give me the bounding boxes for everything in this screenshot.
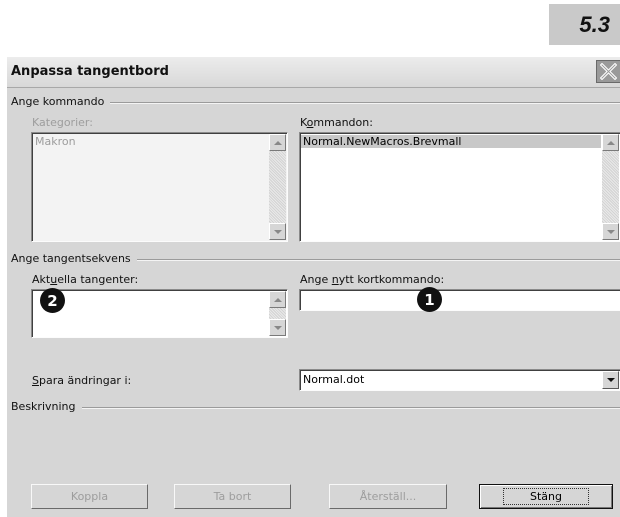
close-button[interactable] [596,60,620,83]
save-in-label: Spara ändringar i: [32,374,132,387]
new-shortcut-input[interactable] [299,289,620,311]
commands-listbox[interactable]: Normal.NewMacros.Brevmall [299,132,620,242]
remove-button[interactable]: Ta bort [174,484,291,509]
scroll-down-button [269,223,286,240]
arrow-up-icon [273,140,282,145]
commands-label: Kommandon: [300,116,373,129]
categories-label: Kategorier: [32,116,93,129]
save-in-dropdown[interactable]: Normal.dot [299,369,620,391]
assign-button[interactable]: Koppla [31,484,148,509]
description-group-line [11,407,620,409]
arrow-up-icon [606,140,615,145]
arrow-up-icon [273,297,282,302]
arrow-down-icon [273,325,282,330]
new-shortcut-label: Ange nytt kortkommando: [300,273,445,286]
reset-button[interactable]: Återställ... [329,484,447,509]
key-sequence-group-label: Ange tangentsekvens [11,252,137,265]
commands-scrollbar[interactable] [602,134,619,240]
section-number-badge: 5.3 [549,4,620,45]
description-group-label: Beskrivning [11,400,82,413]
callout-badge-2: 2 [40,288,65,313]
current-keys-label: Aktuella tangenter: [32,273,139,286]
scroll-down-button[interactable] [269,319,286,336]
title-bar[interactable]: Anpassa tangentbord [7,57,620,88]
scroll-up-button[interactable] [602,134,619,151]
close-icon [600,63,617,80]
category-item: Makron [35,135,76,148]
save-in-value: Normal.dot [303,373,365,386]
current-keys-listbox[interactable] [31,289,288,338]
arrow-down-icon [606,229,615,234]
scroll-up-button [269,134,286,151]
close-dialog-button[interactable]: Stäng [479,484,613,509]
categories-listbox: Makron [31,132,288,242]
callout-badge-1: 1 [417,287,442,312]
chevron-down-icon [606,378,615,382]
command-group-label: Ange kommando [11,95,111,108]
arrow-down-icon [273,229,282,234]
command-item-selected[interactable]: Normal.NewMacros.Brevmall [301,135,601,148]
categories-scrollbar [269,134,286,240]
scroll-down-button[interactable] [602,223,619,240]
scroll-up-button[interactable] [269,291,286,308]
close-button-label: Stäng [503,488,589,505]
dropdown-button[interactable] [602,371,619,389]
current-keys-scrollbar[interactable] [269,291,286,336]
customize-keyboard-dialog: Anpassa tangentbord Ange kommando Katego… [6,56,620,517]
dialog-title: Anpassa tangentbord [11,64,169,79]
